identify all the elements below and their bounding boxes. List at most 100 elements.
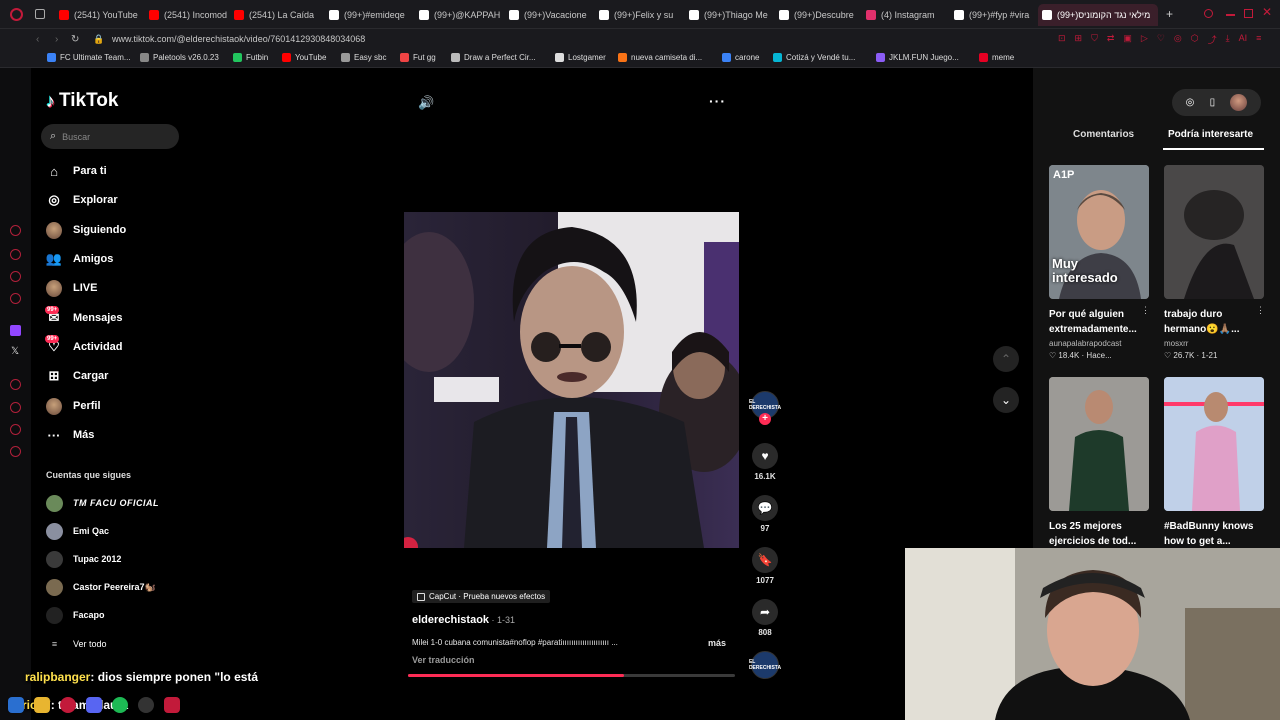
card-author[interactable]: mosxrr [1164, 339, 1264, 348]
bookmark-item[interactable]: Fut gg [400, 53, 436, 62]
discord-icon[interactable] [86, 697, 102, 713]
like-heart-icon[interactable]: ♥ [752, 443, 778, 469]
url-field[interactable]: www.tiktok.com/@elderechistaok/video/760… [112, 34, 365, 44]
like-action[interactable]: ♥ 16.1K [751, 443, 779, 481]
sidebar-icon-4[interactable] [10, 293, 21, 304]
browser-tab[interactable]: (99+)#fyp #vira [950, 4, 1036, 26]
card-thumbnail[interactable] [1049, 377, 1149, 511]
bookmark-item[interactable]: FC Ultimate Team... [47, 53, 131, 62]
reload-icon[interactable]: ↻ [71, 34, 79, 45]
video-player[interactable] [404, 212, 739, 548]
download-icon[interactable]: ⤓ [1226, 33, 1230, 46]
maximize-icon[interactable] [1244, 9, 1253, 18]
user-avatar-icon[interactable] [1230, 94, 1248, 111]
nav-item[interactable]: ··· Más [46, 424, 95, 446]
effect-tag[interactable]: CapCut · Prueba nuevos efectos [412, 590, 551, 603]
following-account[interactable]: Castor Peereira7🐿️ [46, 578, 156, 596]
ai-icon[interactable]: AI [1239, 33, 1248, 46]
bookmark-item[interactable]: Lostgamer [555, 53, 606, 62]
extensions-icon[interactable]: ⬡ [1191, 33, 1199, 46]
video-progress-bar[interactable] [408, 674, 735, 677]
creator-avatar-action[interactable]: EL DERECHISTA + [749, 391, 781, 425]
sidebar-icon-5[interactable] [10, 379, 21, 390]
camera-icon[interactable]: ◎ [1174, 33, 1182, 46]
browser-tab[interactable]: (99+)מילאי נגד הקומוניס [1038, 4, 1158, 26]
card-title[interactable]: Por qué alguien extremadamente... [1049, 307, 1149, 337]
compass-icon[interactable]: ◎ [1186, 97, 1195, 108]
browser-tab[interactable]: (99+)Descubre [775, 4, 860, 26]
nav-item[interactable]: ◎ Explorar [46, 189, 117, 211]
see-all-link[interactable]: ≡ Ver todo [46, 635, 107, 653]
card-thumbnail[interactable] [1164, 377, 1264, 511]
following-account[interactable]: Facapo [46, 606, 105, 624]
browser-tab[interactable]: (99+)@KAPPAH [415, 4, 503, 26]
follow-plus-icon[interactable]: + [759, 413, 771, 425]
opera-logo-icon[interactable] [10, 8, 23, 21]
wallet-icon[interactable]: ▣ [1123, 33, 1132, 46]
bookmark-item[interactable]: Cotizá y Vendé tu... [773, 53, 855, 62]
bookmark-item[interactable]: nueva camiseta di... [618, 53, 702, 62]
translate-link[interactable]: Ver traducción [412, 655, 475, 665]
x-icon[interactable]: 𝕏 [11, 346, 19, 357]
media-icon[interactable] [164, 697, 180, 713]
nav-item[interactable]: Siguiendo [46, 219, 126, 241]
bookmark-item[interactable]: JKLM.FUN Juego... [876, 53, 959, 62]
spotify-icon[interactable] [112, 697, 128, 713]
browser-tab[interactable]: (2541) Incomod [145, 4, 229, 26]
browser-tab[interactable]: (4) Instagram [862, 4, 948, 26]
tiktok-logo[interactable]: ♪ TikTok [46, 90, 118, 112]
nav-item[interactable]: ♡ 99+ Actividad [45, 335, 123, 358]
card-more-icon[interactable]: ⋮ [1256, 305, 1265, 316]
more-options-icon[interactable]: ··· [709, 93, 726, 109]
search-bar[interactable]: ⌕ Buscar [41, 124, 179, 149]
settings-icon[interactable] [10, 446, 21, 457]
sound-disc-avatar[interactable]: EL DERECHISTA [749, 651, 781, 679]
folder-icon[interactable] [34, 697, 50, 713]
nav-item[interactable]: LIVE [46, 277, 97, 299]
browser-icon[interactable] [60, 697, 76, 713]
comment-icon[interactable]: 💬 [752, 495, 778, 521]
more-link[interactable]: más [708, 638, 726, 648]
share-arrow-icon[interactable]: ➦ [752, 599, 778, 625]
sidebar-icon-3[interactable] [10, 271, 21, 282]
bookmark-item[interactable]: Draw a Perfect Cir... [451, 53, 536, 62]
save-action[interactable]: 🔖 1077 [751, 547, 779, 585]
recommended-card[interactable]: Los 25 mejores ejercicios de tod... [1049, 377, 1149, 549]
bookmark-item[interactable]: Easy sbc [341, 53, 386, 62]
tab-recommended[interactable]: Podría interesarte [1168, 129, 1253, 140]
snapshot-icon[interactable]: ⊞ [1075, 33, 1083, 46]
sound-avatar-action[interactable]: EL DERECHISTA [749, 651, 781, 679]
nav-item[interactable]: Perfil [46, 395, 101, 417]
sidebar-icon-6[interactable] [10, 402, 21, 413]
recommended-card[interactable]: A1P Muy interesado Por qué alguien extre… [1049, 165, 1150, 360]
browser-tab[interactable]: (2541) YouTube [55, 4, 143, 26]
recommended-card[interactable]: #BadBunny knows how to get a... [1164, 377, 1264, 549]
browser-tab[interactable]: (99+)Thiago Me [685, 4, 773, 26]
browser-tab[interactable]: (99+)#emideqe [325, 4, 413, 26]
nav-item[interactable]: ⌂ Para ti [46, 160, 107, 182]
tab-comments[interactable]: Comentarios [1073, 129, 1134, 140]
new-tab-button[interactable]: + [1166, 7, 1173, 21]
following-account[interactable]: TM FACU OFICIAL [46, 494, 159, 512]
author-name[interactable]: elderechistaok [412, 614, 489, 626]
video-author[interactable]: elderechistaok · 1-31 [412, 614, 515, 626]
nav-item[interactable]: ⊞ Cargar [46, 365, 109, 387]
phone-icon[interactable]: ▯ [1210, 97, 1216, 108]
share-icon[interactable]: ⤴ [1208, 33, 1217, 46]
card-title[interactable]: #BadBunny knows how to get a... [1164, 519, 1264, 549]
tab-menu-icon[interactable] [35, 9, 45, 19]
search-tabs-icon[interactable] [1204, 9, 1213, 18]
search-input[interactable]: Buscar [62, 132, 90, 142]
sidebar-icon-2[interactable] [10, 249, 21, 260]
menu-icon[interactable]: ≡ [1256, 33, 1261, 46]
browser-tab[interactable]: (99+)Vacacione [505, 4, 593, 26]
translate-icon[interactable]: ⇄ [1107, 33, 1115, 46]
nav-item[interactable]: ✉ 99+ Mensajes [45, 306, 123, 329]
following-account[interactable]: Emi Qac [46, 522, 109, 540]
forward-icon[interactable]: › [55, 34, 58, 45]
comment-action[interactable]: 💬 97 [751, 495, 779, 533]
card-author[interactable]: aunapalabrapodcast [1049, 339, 1149, 348]
bookmark-item[interactable]: Futbin [233, 53, 268, 62]
bookmark-item[interactable]: meme [979, 53, 1014, 62]
bookmark-item[interactable]: Paletools v26.0.23 [140, 53, 219, 62]
